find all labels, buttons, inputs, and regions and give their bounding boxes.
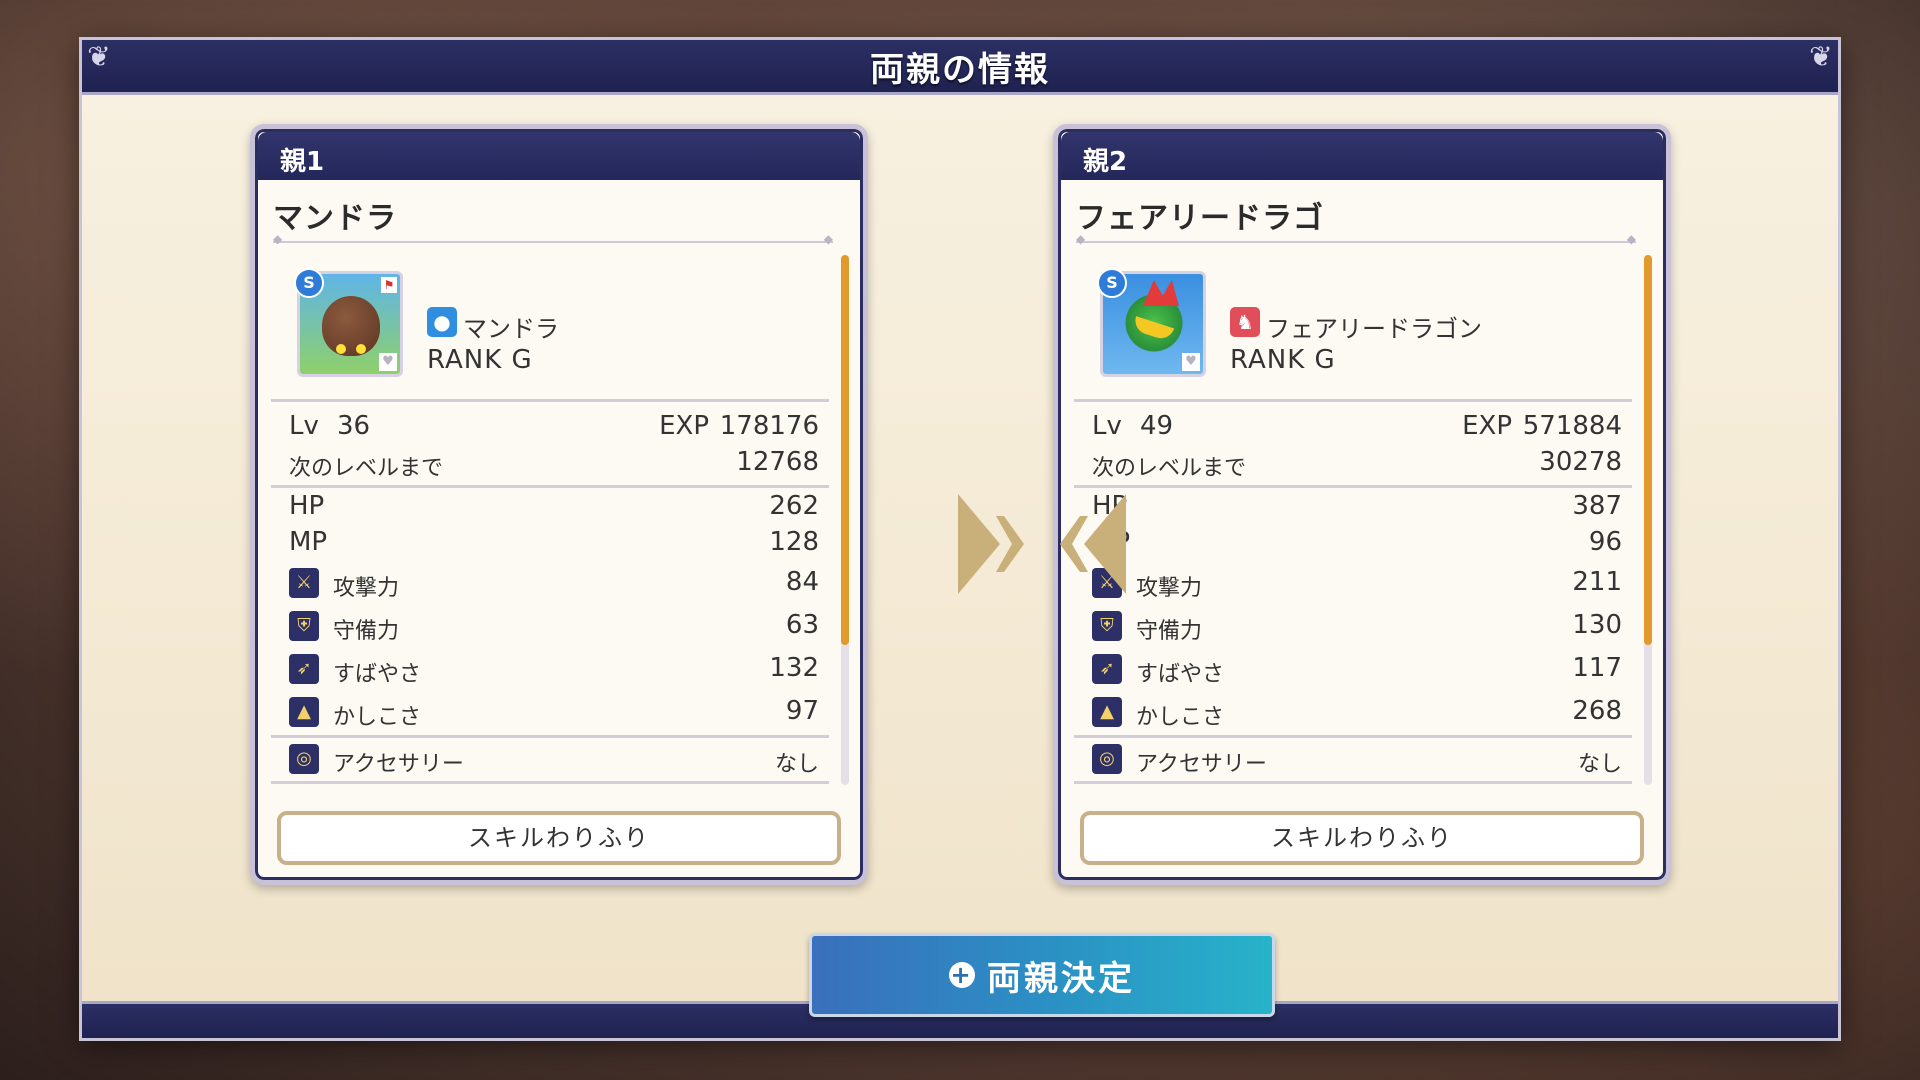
mp-row: MP 128 bbox=[289, 527, 819, 557]
exp-label: EXP bbox=[659, 411, 709, 441]
divider bbox=[273, 232, 833, 246]
ring-icon: ◎ bbox=[289, 744, 319, 774]
lv-value: 36 bbox=[337, 411, 371, 441]
scrollbar-thumb[interactable] bbox=[841, 255, 849, 645]
divider bbox=[1074, 735, 1632, 738]
plus-icon: + bbox=[949, 961, 975, 989]
attack-row: ⚔ 攻撃力 84 bbox=[289, 567, 819, 601]
exp-value: 571884 bbox=[1522, 411, 1622, 441]
hp-row: HP 387 bbox=[1092, 491, 1622, 521]
level-row: Lv 49 EXP 571884 bbox=[1092, 411, 1622, 445]
merge-arrows-icon bbox=[958, 494, 1126, 594]
scholar-cap-icon: ▲ bbox=[1092, 697, 1122, 727]
heart-icon: ♥ bbox=[1182, 353, 1200, 371]
slime-type-icon: ● bbox=[427, 307, 457, 337]
corner-ornament-icon: ❦ bbox=[87, 40, 111, 73]
confirm-parents-label: 両親決定 bbox=[987, 958, 1135, 999]
species-name: マンドラ bbox=[463, 315, 559, 343]
shield-icon: ⛨ bbox=[1092, 611, 1122, 641]
rank-label: RANK G bbox=[427, 345, 533, 375]
scrollbar[interactable] bbox=[1644, 255, 1652, 785]
divider bbox=[1074, 485, 1632, 488]
next-level-row: 次のレベルまで 30278 bbox=[1092, 447, 1622, 481]
next-level-row: 次のレベルまで 12768 bbox=[289, 447, 819, 481]
accessory-row: ◎ アクセサリー なし bbox=[289, 743, 819, 777]
title-bar: 両親の情報 bbox=[82, 40, 1838, 95]
wisdom-row: ▲ かしこさ 268 bbox=[1092, 696, 1622, 730]
exp-value: 178176 bbox=[719, 411, 819, 441]
lv-value: 49 bbox=[1140, 411, 1174, 441]
accessory-row: ◎ アクセサリー なし bbox=[1092, 743, 1622, 777]
panel-header: 親1 bbox=[258, 132, 860, 180]
scrollbar[interactable] bbox=[841, 255, 849, 785]
species-name: フェアリードラゴン bbox=[1266, 315, 1482, 343]
defense-row: ⛨ 守備力 63 bbox=[289, 610, 819, 644]
boot-icon: ➶ bbox=[1092, 654, 1122, 684]
monster-name: マンドラ bbox=[273, 201, 397, 236]
next-level-label: 次のレベルまで bbox=[289, 456, 444, 481]
divider bbox=[1074, 781, 1632, 784]
parents-info-window: 両親の情報 ❦ ❦ ❦ ❦ 親1 マンドラ S ⚑ ♥ ● マンドラ RANK … bbox=[82, 40, 1838, 1038]
divider bbox=[1076, 232, 1636, 246]
next-level-label: 次のレベルまで bbox=[1092, 456, 1247, 481]
divider bbox=[271, 735, 829, 738]
scholar-cap-icon: ▲ bbox=[289, 697, 319, 727]
monster-name: フェアリードラゴ bbox=[1076, 201, 1324, 236]
shield-icon: ⛨ bbox=[289, 611, 319, 641]
skill-allocation-button[interactable]: スキルわりふり bbox=[1080, 811, 1644, 865]
divider bbox=[271, 485, 829, 488]
skill-allocation-button[interactable]: スキルわりふり bbox=[277, 811, 841, 865]
parent2-panel: 親2 フェアリードラゴ S ♥ ♞ フェアリードラゴン RANK G Lv 49… bbox=[1053, 124, 1671, 885]
lv-label: Lv bbox=[1092, 411, 1122, 441]
divider bbox=[1074, 399, 1632, 402]
mandra-image bbox=[322, 296, 380, 356]
panel-header: 親2 bbox=[1061, 132, 1663, 180]
next-level-value: 30278 bbox=[1539, 447, 1622, 477]
divider bbox=[271, 781, 829, 784]
divider bbox=[271, 399, 829, 402]
scout-badge-icon: S bbox=[1097, 268, 1127, 298]
window-title: 両親の情報 bbox=[870, 49, 1050, 90]
scout-badge-icon: S bbox=[294, 268, 324, 298]
exp-label: EXP bbox=[1462, 411, 1512, 441]
mp-row: MP 96 bbox=[1092, 527, 1622, 557]
flag-icon: ⚑ bbox=[381, 277, 397, 293]
rank-label: RANK G bbox=[1230, 345, 1336, 375]
scrollbar-thumb[interactable] bbox=[1644, 255, 1652, 645]
ring-icon: ◎ bbox=[1092, 744, 1122, 774]
wisdom-row: ▲ かしこさ 97 bbox=[289, 696, 819, 730]
agility-row: ➶ すばやさ 132 bbox=[289, 653, 819, 687]
confirm-parents-button[interactable]: + 両親決定 bbox=[809, 933, 1275, 1017]
next-level-value: 12768 bbox=[736, 447, 819, 477]
boot-icon: ➶ bbox=[289, 654, 319, 684]
heart-icon: ♥ bbox=[379, 353, 397, 371]
dragon-type-icon: ♞ bbox=[1230, 307, 1260, 337]
monster-portrait: S ♥ bbox=[1097, 268, 1206, 377]
panel-header-label: 親1 bbox=[280, 147, 325, 177]
hp-row: HP 262 bbox=[289, 491, 819, 521]
attack-row: ⚔ 攻撃力 211 bbox=[1092, 567, 1622, 601]
panel-header-label: 親2 bbox=[1083, 147, 1128, 177]
defense-row: ⛨ 守備力 130 bbox=[1092, 610, 1622, 644]
corner-ornament-icon: ❦ bbox=[1809, 40, 1833, 73]
parent1-panel: 親1 マンドラ S ⚑ ♥ ● マンドラ RANK G Lv 36 EXP 17… bbox=[250, 124, 868, 885]
lv-label: Lv bbox=[289, 411, 319, 441]
agility-row: ➶ すばやさ 117 bbox=[1092, 653, 1622, 687]
level-row: Lv 36 EXP 178176 bbox=[289, 411, 819, 445]
monster-portrait: S ⚑ ♥ bbox=[294, 268, 403, 377]
sword-icon: ⚔ bbox=[289, 568, 319, 598]
